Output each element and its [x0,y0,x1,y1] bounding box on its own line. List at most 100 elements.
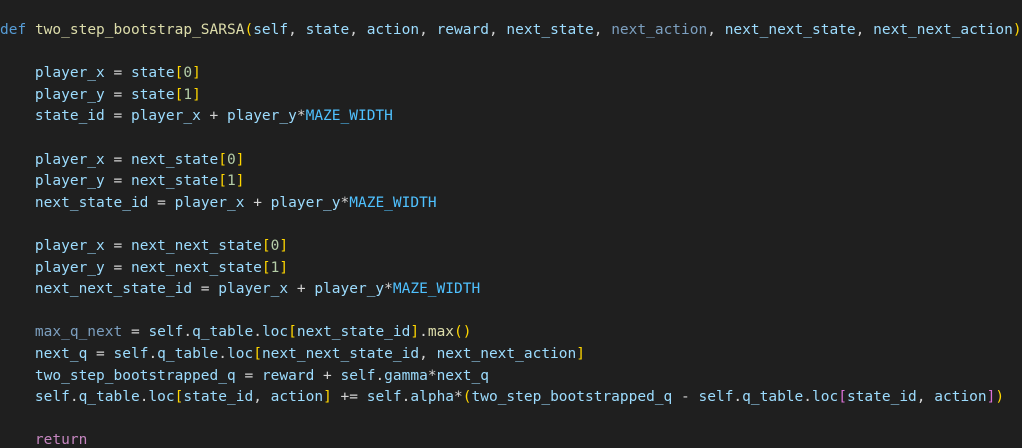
code-token: , [855,22,874,38]
code-token: player_y [227,108,297,125]
code-line: ​ [0,214,1022,236]
code-token: . [419,324,428,341]
code-token: MAZE_WIDTH [305,108,393,125]
code-line: state_id = player_x + player_y*MAZE_WIDT… [0,106,1022,128]
code-token: alpha [410,389,455,406]
code-token: q_table [78,389,140,406]
code-token: next_next_state_id [34,281,193,298]
code-token: ] [235,173,245,190]
code-token: self [148,324,184,341]
code-token: next_next_state_id [261,345,420,362]
code-token: , [488,22,507,38]
code-token: = [235,367,262,384]
code-token: = [104,86,131,103]
code-token: action [934,389,987,406]
code-line: def two_step_bootstrap_SARSA(self, state… [0,20,1022,42]
code-token: - [672,389,699,406]
code-token: ] [279,237,289,254]
code-token: state [305,22,350,38]
code-token: 1 [183,86,193,103]
code-token: loc [261,324,289,341]
code-token: = [104,173,131,190]
code-token: player_y [314,281,385,298]
code-token: ) [995,389,1005,406]
code-token: player_y [34,259,105,276]
code-token: , [253,389,271,406]
code-token: * [384,281,393,298]
code-token: state_id [183,389,254,406]
code-line: player_x = next_next_state[0] [0,236,1022,258]
code-token: . [148,345,158,362]
code-token: player_x [34,237,105,254]
code-token: next_next_state [724,22,856,38]
code-token: state [130,86,175,103]
code-token: player_x [34,151,105,168]
code-token: def [0,22,27,38]
code-line: player_y = next_state[1] [0,171,1022,193]
code-token: loc [227,345,254,362]
code-token: . [69,389,79,406]
code-token: next_action [611,22,708,38]
code-content[interactable]: def two_step_bootstrap_SARSA(self, state… [0,20,1022,448]
code-token: next_next_action [873,22,1013,38]
code-token: , [707,22,725,38]
code-token: reward [436,22,489,38]
code-line: ​ [0,42,1022,64]
code-token: ] [235,151,245,168]
code-token: max_q_next [34,324,123,341]
code-token: player_x [34,65,105,82]
code-token: * [454,389,463,406]
code-token: , [916,389,935,406]
code-token: = [104,108,131,125]
code-token: ] [192,86,201,103]
code-token: * [296,108,306,125]
code-token: [ [218,173,228,190]
code-token: ] [279,259,289,276]
code-line: next_state_id = player_x + player_y*MAZE… [0,193,1022,215]
code-token: self [698,389,734,406]
code-token: = [122,324,149,341]
code-token: . [733,389,743,406]
code-token: q_table [742,389,804,406]
code-line: two_step_bootstrapped_q = reward + self.… [0,366,1022,388]
code-token: loc [148,389,175,406]
code-line: ​ [0,409,1022,431]
code-token: = [87,345,114,362]
code-token: next_q [34,345,88,362]
code-editor[interactable]: def two_step_bootstrap_SARSA(self, state… [0,0,1022,448]
code-token: = [104,237,131,254]
code-token: player_x [174,194,245,211]
code-token: player_y [34,173,105,190]
code-line: max_q_next = self.q_table.loc[next_state… [0,322,1022,344]
code-token: two_step_bootstrapped_q [34,367,236,384]
code-token: . [253,324,262,341]
code-line: next_next_state_id = player_x + player_y… [0,279,1022,301]
code-token: next_next_action [436,345,577,362]
code-token: action [270,389,324,406]
code-token: ] [410,324,420,341]
code-token: state_id [846,389,917,406]
code-token: q_table [157,345,219,362]
code-token: player_x [218,281,289,298]
code-token: ( [244,22,254,38]
code-token: . [375,367,385,384]
code-token: 0 [227,151,236,168]
code-token: next_state [506,22,594,38]
code-token: self [340,367,376,384]
code-token: next_q [436,367,489,384]
code-token: = [192,281,219,298]
code-line: player_x = state[0] [0,63,1022,85]
code-token: state_id [34,108,105,125]
code-token: MAZE_WIDTH [349,194,437,211]
code-token: q_table [192,324,254,341]
code-token: player_y [34,86,105,103]
code-token: next_state_id [296,324,411,341]
